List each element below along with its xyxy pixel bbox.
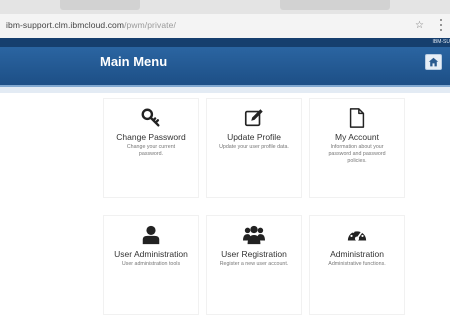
user-icon [140,224,162,246]
url-text[interactable]: ibm-support.clm.ibmcloud.com/pwm/private… [6,20,176,30]
administration-tile[interactable]: Administration Administrative functions. [309,215,405,315]
url-host: ibm-support.clm.ibmcloud.com [6,20,124,30]
app-header: IBM-SU Main Menu [0,38,450,87]
address-bar[interactable]: ibm-support.clm.ibmcloud.com/pwm/private… [0,14,450,39]
star-icon[interactable]: ☆ [415,20,424,31]
tile-title: Update Profile [207,132,301,142]
user-label: IBM-SU [433,39,450,45]
tile-title: User Registration [207,249,301,259]
main-menu-grid: Change Password Change your current pass… [103,98,406,311]
tile-title: My Account [310,132,404,142]
users-icon [243,224,265,246]
tile-title: Administration [310,249,404,259]
dashboard-icon [346,224,368,246]
edit-icon [243,107,265,129]
tile-description: Register a new user account. [219,261,289,268]
browser-tab[interactable] [280,0,390,10]
header-top-strip: IBM-SU [0,38,450,47]
browser-tab-strip [0,0,450,14]
update-profile-tile[interactable]: Update Profile Update your user profile … [206,98,302,198]
my-account-tile[interactable]: My Account Information about your passwo… [309,98,405,198]
user-administration-tile[interactable]: User Administration User administration … [103,215,199,315]
key-icon [140,107,162,129]
home-icon [428,57,439,67]
tile-title: Change Password [104,132,198,142]
tile-description: Information about your password and pass… [322,144,392,164]
user-registration-tile[interactable]: User Registration Register a new user ac… [206,215,302,315]
home-button[interactable] [425,54,442,70]
tile-description: Update your user profile data. [219,144,289,151]
tile-description: Administrative functions. [322,261,392,268]
page-title: Main Menu [100,54,167,69]
document-icon [346,107,368,129]
browser-tab[interactable] [60,0,140,10]
more-menu-icon[interactable] [438,19,444,31]
header-shadow [0,85,450,93]
url-path: /pwm/private/ [124,20,176,30]
change-password-tile[interactable]: Change Password Change your current pass… [103,98,199,198]
tile-description: Change your current password. [116,144,186,158]
tile-title: User Administration [104,249,198,259]
tile-description: User administration tools [116,261,186,268]
